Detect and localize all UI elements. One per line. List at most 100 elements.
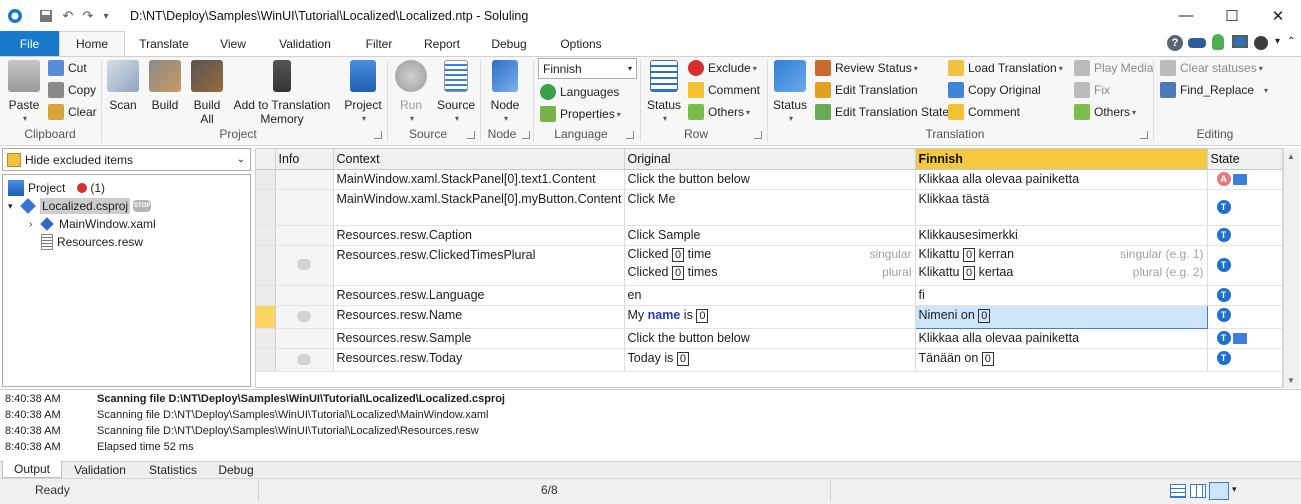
table-row[interactable]: MainWindow.xaml.StackPanel[0].text1.Cont… xyxy=(256,169,1282,190)
tree-collapse-icon[interactable]: › xyxy=(29,219,39,230)
save-icon[interactable] xyxy=(38,8,54,24)
copy-button[interactable]: Copy xyxy=(48,80,96,100)
table-row[interactable]: Resources.resw.Today Today is 0 Tänään o… xyxy=(256,348,1282,372)
tree-node-csproj[interactable]: ▾ Localized.csproj STOP xyxy=(8,197,152,215)
properties-button[interactable]: Properties ▾ xyxy=(540,104,621,124)
find-replace-button[interactable]: Find_Replace ▾ xyxy=(1160,80,1268,100)
build-button[interactable]: Build xyxy=(146,60,184,112)
scan-button[interactable]: Scan xyxy=(106,60,140,112)
row-header[interactable] xyxy=(256,305,276,329)
table-row[interactable]: Resources.resw.Sample Click the button b… xyxy=(256,328,1282,349)
scroll-up-icon[interactable]: ▲ xyxy=(1287,152,1295,161)
tab-options[interactable]: Options xyxy=(549,31,613,56)
play-media-button[interactable]: Play Media xyxy=(1074,58,1153,78)
grid-vertical-scrollbar[interactable] xyxy=(1283,148,1300,388)
column-header-info[interactable]: Info xyxy=(275,149,334,170)
paste-button[interactable]: Paste ▾ xyxy=(4,60,44,126)
target-cell[interactable]: Klikkaa tästä xyxy=(915,189,1208,226)
translation-grid[interactable]: Info Context Original Finnish State Main… xyxy=(255,148,1283,388)
tab-validation-output[interactable]: Validation xyxy=(62,461,138,478)
source-group-launcher-icon[interactable] xyxy=(467,131,475,139)
maximize-button[interactable]: ☐ xyxy=(1209,0,1255,31)
exclude-button[interactable]: Exclude ▾ xyxy=(688,58,757,78)
node-group-launcher-icon[interactable] xyxy=(522,131,530,139)
target-cell[interactable]: fi xyxy=(915,285,1208,306)
layout-dropdown-icon[interactable]: ▾ xyxy=(1232,484,1237,495)
translation-comment-button[interactable]: Comment xyxy=(948,102,1020,122)
tab-translate[interactable]: Translate xyxy=(128,31,200,56)
row-group-launcher-icon[interactable] xyxy=(754,131,762,139)
edit-translation-button[interactable]: Edit Translation xyxy=(815,80,918,100)
redo-icon[interactable]: ↷ xyxy=(80,8,96,24)
tree-node-resources[interactable]: Resources.resw xyxy=(41,233,143,251)
minimize-button[interactable]: — xyxy=(1163,0,1209,31)
tab-validation[interactable]: Validation xyxy=(266,31,344,56)
tab-statistics[interactable]: Statistics xyxy=(140,461,206,478)
build-all-button[interactable]: Build All xyxy=(190,60,224,126)
table-row[interactable]: Resources.resw.Language en fi T xyxy=(256,285,1282,306)
target-cell[interactable]: Klikkaa alla olevaa painiketta xyxy=(915,328,1208,349)
run-button[interactable]: Run ▾ xyxy=(392,60,430,126)
table-row-selected[interactable]: Resources.resw.Name My name is 0 Nimeni … xyxy=(256,304,1282,329)
table-row[interactable]: Resources.resw.Caption Click Sample Klik… xyxy=(256,225,1282,246)
review-status-button[interactable]: Review Status ▾ xyxy=(815,58,918,78)
language-select[interactable]: Finnish ▾ xyxy=(538,58,637,79)
cut-button[interactable]: Cut xyxy=(48,58,87,78)
row-header[interactable] xyxy=(256,348,276,372)
project-tree[interactable]: Project (1) ▾ Localized.csproj STOP › Ma… xyxy=(2,174,251,387)
tree-node-mainwindow[interactable]: › MainWindow.xaml xyxy=(29,215,156,233)
translation-group-launcher-icon[interactable] xyxy=(1140,131,1148,139)
column-header-finnish[interactable]: Finnish xyxy=(915,149,1208,170)
clear-button[interactable]: Clear xyxy=(48,102,97,122)
column-header-original[interactable]: Original xyxy=(624,149,916,170)
edit-translation-state-button[interactable]: Edit Translation State xyxy=(815,102,949,122)
app-icon[interactable] xyxy=(7,8,23,24)
tab-home[interactable]: Home xyxy=(59,31,125,56)
row-comment-button[interactable]: Comment xyxy=(688,80,760,100)
target-cell-editing[interactable]: Nimeni on 0 xyxy=(914,304,1208,329)
tab-view[interactable]: View xyxy=(205,31,261,56)
target-cell[interactable]: Klikkaa alla olevaa painiketta xyxy=(915,169,1208,190)
row-header[interactable] xyxy=(256,189,276,226)
tab-file[interactable]: File xyxy=(0,31,59,56)
tree-expand-icon[interactable]: ▾ xyxy=(8,201,20,212)
tree-node-project[interactable]: Project (1) xyxy=(8,179,105,197)
table-row[interactable]: MainWindow.xaml.StackPanel[0].myButton.C… xyxy=(256,189,1282,226)
row-header[interactable] xyxy=(256,328,276,349)
filter-select[interactable]: Hide excluded items ⌄ xyxy=(2,148,251,171)
source-button[interactable]: Source ▾ xyxy=(434,60,478,126)
language-group-launcher-icon[interactable] xyxy=(626,131,634,139)
qat-customize-icon[interactable]: ▾ xyxy=(98,8,114,24)
row-header[interactable] xyxy=(256,285,276,306)
list-layout-icon[interactable] xyxy=(1209,482,1229,500)
node-button[interactable]: Node ▾ xyxy=(484,60,526,126)
clear-statuses-button[interactable]: Clear statuses ▾ xyxy=(1160,58,1263,78)
translation-others-button[interactable]: Others ▾ xyxy=(1074,102,1136,122)
target-cell[interactable]: Tänään on 0 xyxy=(915,348,1208,372)
column-layout-icon[interactable] xyxy=(1190,484,1206,498)
tab-filter[interactable]: Filter xyxy=(350,31,408,56)
table-row[interactable]: Resources.resw.ClickedTimesPlural Clicke… xyxy=(256,245,1282,286)
row-header[interactable] xyxy=(256,169,276,190)
ribbon-options-icon[interactable]: ▾ xyxy=(1275,36,1280,47)
column-header-state[interactable]: State xyxy=(1207,149,1282,170)
row-others-button[interactable]: Others ▾ xyxy=(688,102,750,122)
grid-layout-icon[interactable] xyxy=(1170,484,1186,498)
tab-output[interactable]: Output xyxy=(2,461,62,478)
languages-button[interactable]: Languages xyxy=(540,82,619,102)
row-header[interactable] xyxy=(256,245,276,286)
close-button[interactable]: ✕ xyxy=(1255,0,1301,31)
fix-button[interactable]: Fix xyxy=(1074,80,1110,100)
add-to-tm-button[interactable]: Add to Translation Memory xyxy=(230,60,334,126)
row-status-button[interactable]: Status ▾ xyxy=(644,60,684,126)
bomb-icon[interactable] xyxy=(1254,36,1268,50)
column-header-context[interactable]: Context xyxy=(333,149,625,170)
project-group-launcher-icon[interactable] xyxy=(374,131,382,139)
scroll-down-icon[interactable]: ▼ xyxy=(1287,376,1295,385)
lightbulb-icon[interactable] xyxy=(1212,34,1224,50)
undo-icon[interactable]: ↶ xyxy=(60,8,76,24)
binoculars-icon[interactable] xyxy=(1188,38,1206,48)
target-cell[interactable]: Klikkausesimerkki xyxy=(915,225,1208,246)
translation-status-button[interactable]: Status ▾ xyxy=(770,60,810,126)
tab-debug-output[interactable]: Debug xyxy=(208,461,264,478)
